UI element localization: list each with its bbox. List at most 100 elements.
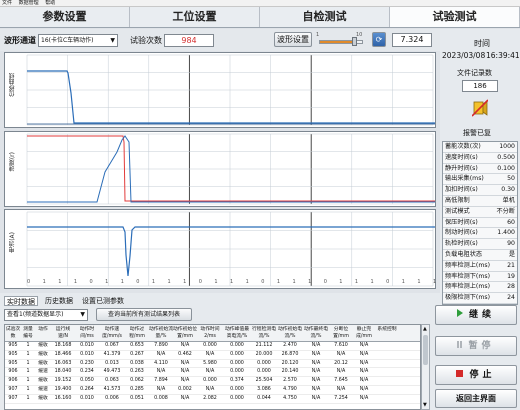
pause-label: 暂停: [468, 341, 495, 351]
tab-test[interactable]: 试验测试: [390, 7, 520, 27]
x-tick-label: 0: [198, 279, 202, 285]
param-row: 保压时间(s) 60: [443, 218, 517, 229]
table-cell: N/A: [180, 395, 190, 401]
menu-file[interactable]: 文件: [2, 0, 12, 6]
continue-button[interactable]: 继续: [435, 305, 517, 325]
table-row[interactable]: 907 1 缓收 16.160 0.010 0.006 0.051 0.008 N/A 2.082…: [5, 395, 420, 404]
table-cell: 19.152: [54, 378, 72, 384]
chart2-trace-red: [27, 135, 435, 202]
table-cell: N/A: [156, 386, 166, 392]
table-row[interactable]: 905 1 缓收 18.168 0.010 0.067 0.653 7.890 N/A 0.000…: [5, 342, 420, 351]
table-header-cell: 系统控制: [377, 327, 397, 332]
tab-realtime[interactable]: 实时数据: [4, 296, 38, 306]
velocity-chart: 速度(r): [4, 131, 436, 207]
table-cell: 缓收: [38, 351, 48, 357]
table-cell: N/A: [180, 369, 190, 375]
param-value: 0.100: [497, 164, 515, 172]
table-row[interactable]: 906 1 缓收 19.152 0.050 0.063 0.062 7.894 N/A 0.000…: [5, 377, 420, 386]
refresh-icon[interactable]: ⟳: [372, 32, 386, 47]
x-tick-label: 1: [339, 279, 343, 285]
table-cell: 7.254: [334, 395, 348, 401]
table-header-cell: 静止完成/mm: [356, 327, 372, 339]
tab-history[interactable]: 历史数据: [43, 296, 75, 306]
table-cell: 1: [26, 395, 30, 401]
param-name: 高低限制: [445, 196, 470, 204]
view-select[interactable]: 查看1(频道数据显示) ▼: [4, 309, 88, 321]
table-cell: 0.010: [80, 343, 94, 348]
slider-thumb[interactable]: [352, 37, 358, 46]
table-cell: 0.008: [154, 395, 168, 401]
clock-value: 16:39:41: [486, 51, 520, 60]
app-window: 文件 数据管理 帮助 参数设置 工位设置 自检测试 试验测试 波形通道 16(卡…: [0, 0, 520, 410]
home-button[interactable]: 返回主界面: [435, 389, 517, 408]
displacement-chart: 位移曲线: [4, 52, 436, 128]
chevron-down-icon: ▼: [80, 311, 85, 318]
chart3-plot: [26, 211, 435, 287]
param-row: 制动时间(s) 1.400: [443, 228, 517, 240]
wave-settings-button[interactable]: 波形设置: [274, 32, 312, 47]
param-name: 轨检时间(s): [445, 240, 478, 248]
table-cell: 0.050: [80, 378, 94, 384]
table-cell: 缓收: [38, 395, 48, 401]
param-name: 加扣时间(s): [445, 186, 478, 194]
table-header-cell: 试验次数: [5, 327, 21, 339]
table-header-cell: 分断位置/mm: [333, 327, 349, 339]
table-cell: 0.038: [130, 360, 144, 366]
alarm-reset-icon[interactable]: [471, 99, 489, 117]
tab-station[interactable]: 工位设置: [130, 7, 260, 27]
param-row: 负载电阻状态 是: [443, 250, 517, 261]
menu-help[interactable]: 帮助: [45, 0, 55, 6]
table-cell: 20.000: [255, 351, 273, 357]
table-cell: 21.112: [255, 343, 273, 348]
scroll-thumb[interactable]: [423, 335, 428, 365]
param-name: 频率检测上(ms): [445, 283, 491, 291]
param-row: 速度时间(s) 0.500: [443, 153, 517, 164]
menu-data[interactable]: 数据管理: [19, 0, 39, 6]
table-header-cell: 行程检测电流/%: [252, 327, 276, 339]
table-cell: 0.000: [203, 343, 217, 348]
query-results-button[interactable]: 查询当前所有测试结果列表: [96, 308, 192, 321]
table-cell: 41.379: [103, 351, 121, 357]
table-cell: N/A: [311, 386, 321, 392]
stop-icon: [456, 370, 464, 377]
table-row[interactable]: 905 1 缓收 18.466 0.010 41.379 0.267 N/A 0.462 N/A 0…: [5, 351, 420, 360]
table-cell: 0.063: [105, 378, 119, 384]
table-cell: 0.264: [80, 386, 94, 392]
table-cell: 2.082: [203, 395, 217, 401]
x-tick-label: 1: [433, 279, 437, 285]
current-chart: 电流(A) 011101101110111011101110111: [4, 209, 436, 289]
x-tick-label: 1: [417, 279, 421, 285]
table-cell: N/A: [156, 351, 166, 357]
table-cell: 0.067: [105, 343, 119, 348]
table-scrollbar[interactable]: ▲ ▼: [421, 324, 430, 410]
x-axis-ticks: 0 1 1 1 0 1 1 0 1 1 1 0 1 1 1 0 1 1 1 0 1 1 1 0 1 1 1: [27, 279, 437, 287]
channel-select[interactable]: 16(卡位C车辆动作) ▼: [38, 34, 118, 47]
table-row[interactable]: 906 1 缓速 18.040 0.234 49.473 0.263 N/A N/A N/A 0.0…: [5, 368, 420, 378]
table-cell: N/A: [359, 360, 369, 366]
pause-button[interactable]: 暂停: [435, 336, 517, 356]
table-cell: N/A: [205, 369, 215, 375]
table-cell: N/A: [205, 386, 215, 392]
table-row[interactable]: 907 1 缓速 19.400 0.264 41.573 0.285 N/A 0.002 N/A 0…: [5, 386, 420, 395]
chevron-down-icon: ▼: [110, 37, 115, 44]
x-tick-label: 1: [105, 279, 109, 285]
table-header-cell: 动作最终电流/%: [304, 327, 328, 339]
wave-slider[interactable]: 1 10: [316, 32, 366, 48]
table-cell: N/A: [311, 343, 321, 348]
slider-min-label: 1: [316, 32, 320, 38]
scroll-up-icon[interactable]: ▲: [423, 326, 428, 332]
table-cell: 缓收: [38, 360, 48, 366]
table-cell: N/A: [205, 351, 215, 357]
x-tick-label: 1: [42, 279, 46, 285]
tab-params[interactable]: 参数设置: [0, 7, 130, 27]
table-row[interactable]: 905 1 缓收 16.063 0.230 0.013 0.038 4.110 N/A 5.980…: [5, 360, 420, 369]
table-cell: N/A: [359, 343, 369, 348]
channel-value: 16(卡位C车辆动作): [41, 37, 94, 44]
tab-selftest[interactable]: 自检测试: [260, 7, 390, 27]
main-tabs: 参数设置 工位设置 自检测试 试验测试: [0, 7, 520, 28]
table-header-cell: 动作速度/mm/s: [102, 327, 122, 339]
tab-tested-params[interactable]: 设置已测参数: [80, 296, 126, 306]
stop-button[interactable]: 停止: [435, 365, 517, 385]
scroll-down-icon[interactable]: ▼: [423, 402, 428, 408]
table-cell: N/A: [311, 378, 321, 384]
